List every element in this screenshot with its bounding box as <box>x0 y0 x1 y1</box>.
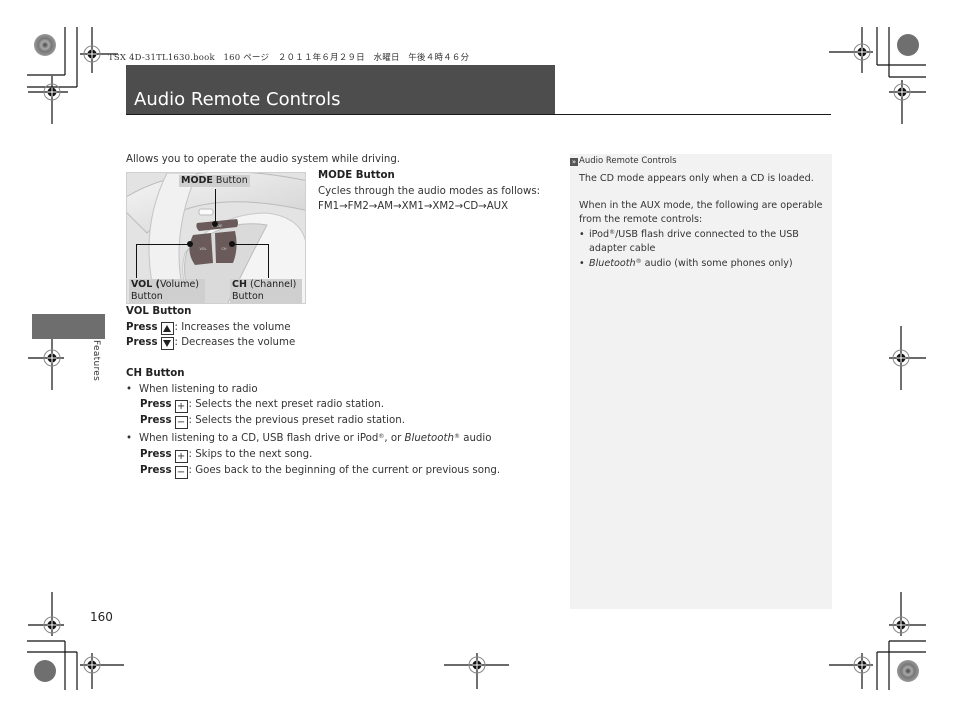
mode-heading: MODE Button <box>318 170 395 181</box>
vol-item-up: Press : Increases the volume <box>126 320 295 336</box>
ch-leader-h <box>231 244 269 245</box>
press-label: Press <box>126 337 158 348</box>
item-text: : Selects the next preset radio station. <box>188 399 384 410</box>
bullet-icon: • <box>579 258 585 269</box>
vol-callout: VOL (Volume) Button <box>129 279 205 303</box>
ch-callout-bold: CH <box>232 279 247 290</box>
ch-radio-next: Press +: Selects the next preset radio st… <box>126 397 500 413</box>
bullet-text: When listening to radio <box>139 383 258 395</box>
mode-section: MODE Button Cycles through the audio mod… <box>318 168 540 215</box>
page-number: 160 <box>90 610 113 624</box>
title-rule <box>126 114 831 115</box>
note-bullet1-line2: adapter cable <box>589 242 656 254</box>
mode-callout-rest: Button <box>212 175 248 186</box>
section-label: Features <box>91 340 101 382</box>
press-label: Press <box>140 415 172 426</box>
ch-bullet-media: • When listening to a CD, USB flash drive… <box>126 429 500 447</box>
bluetooth-text: Bluetooth <box>404 433 454 444</box>
item-text: : Goes back to the beginning of the curr… <box>188 464 501 476</box>
ch-radio-prev: Press −: Selects the previous preset radi… <box>126 413 500 429</box>
bullet-text: iPod <box>589 229 610 240</box>
note-bullet1: • iPod®/USB flash drive connected to the … <box>579 226 823 242</box>
press-label: Press <box>140 448 172 460</box>
vol-section: VOL Button Press : Increases the volume P… <box>126 304 295 351</box>
bullet-text: audio (with some phones only) <box>641 258 793 269</box>
note-content: The CD mode appears only when a CD is lo… <box>579 172 823 271</box>
bullet-text: audio <box>459 433 492 444</box>
ch-callout-rest: (Channel) <box>246 279 297 290</box>
vol-callout-bold: VOL ( <box>131 279 160 290</box>
bullet-text: , or <box>384 433 405 444</box>
note-para2-line1: When in the AUX mode, the following are … <box>579 200 823 211</box>
press-label: Press <box>140 399 172 410</box>
mode-sequence: FM1→FM2→AM→XM1→XM2→CD→AUX <box>318 201 509 212</box>
item-text: : Skips to the next song. <box>188 448 313 460</box>
mode-callout-bold: MODE <box>181 175 213 186</box>
vol-down-text: : Decreases the volume <box>174 337 296 348</box>
bullet-icon: • <box>126 383 133 395</box>
vol-item-down: Press : Decreases the volume <box>126 335 295 351</box>
mode-callout: MODE Button <box>179 175 250 187</box>
ch-section: CH Button • When listening to radio Press… <box>126 366 500 479</box>
bullet-text: /USB flash drive connected to the USB <box>615 229 799 240</box>
ch-leader-v <box>268 244 269 278</box>
minus-key-icon: − <box>174 416 188 429</box>
bullet-icon: • <box>579 229 585 240</box>
print-header: TSX 4D-31TL1630.book 160 ページ ２０１１年６月２９日 … <box>108 53 470 63</box>
intro-text: Allows you to operate the audio system w… <box>126 154 401 165</box>
note-para1: The CD mode appears only when a CD is lo… <box>579 173 814 184</box>
ch-media-next: Press +: Skips to the next song. <box>126 447 500 463</box>
plus-key-icon: + <box>174 400 188 413</box>
vol-leader-v <box>136 244 137 278</box>
ch-bullet-radio: • When listening to radio <box>126 382 500 398</box>
bullet-text: When listening to a CD, USB flash drive … <box>139 433 379 444</box>
mode-description: Cycles through the audio modes as follow… <box>318 185 541 197</box>
note-para2-line2: from the remote controls: <box>579 213 703 225</box>
ch-dot <box>229 241 235 247</box>
ch-heading: CH Button <box>126 368 185 379</box>
plus-key-icon: + <box>174 449 188 463</box>
vol-callout-rest: Volume) <box>159 279 200 290</box>
mode-dot <box>212 221 218 227</box>
vol-dot <box>187 241 193 247</box>
bluetooth-text: Bluetooth <box>589 258 636 269</box>
section-tab <box>32 314 105 339</box>
minus-key-icon: − <box>174 465 188 479</box>
press-label: Press <box>126 321 158 333</box>
mode-leader <box>215 189 216 223</box>
note-title: Audio Remote Controls <box>579 156 677 166</box>
vol-heading: VOL Button <box>126 306 192 317</box>
ch-callout: CH (Channel) Button <box>230 279 302 303</box>
note-bullet2: • Bluetooth® audio (with some phones only… <box>579 255 823 271</box>
note-header: » Audio Remote Controls <box>570 156 677 166</box>
ch-media-prev: Press −: Goes back to the beginning of th… <box>126 463 500 479</box>
btn-vol-text: VOL <box>199 247 206 251</box>
steering-wheel-illustration: MODE VOL CH MODE Button VOL (Volume) But… <box>126 172 306 304</box>
item-text: : Selects the previous preset radio stat… <box>188 415 405 426</box>
vol-callout-line2: Button <box>131 291 163 302</box>
ch-callout-line2: Button <box>232 291 264 302</box>
volume-up-key-icon <box>160 321 174 335</box>
volume-down-key-icon <box>160 337 174 350</box>
vol-leader-h <box>136 244 191 245</box>
vol-up-text: : Increases the volume <box>174 321 291 333</box>
press-label: Press <box>140 464 172 476</box>
double-chevron-icon: » <box>570 158 578 166</box>
btn-ch-text: CH <box>221 247 226 251</box>
page-title: Audio Remote Controls <box>134 89 341 110</box>
bullet-icon: • <box>126 433 133 444</box>
